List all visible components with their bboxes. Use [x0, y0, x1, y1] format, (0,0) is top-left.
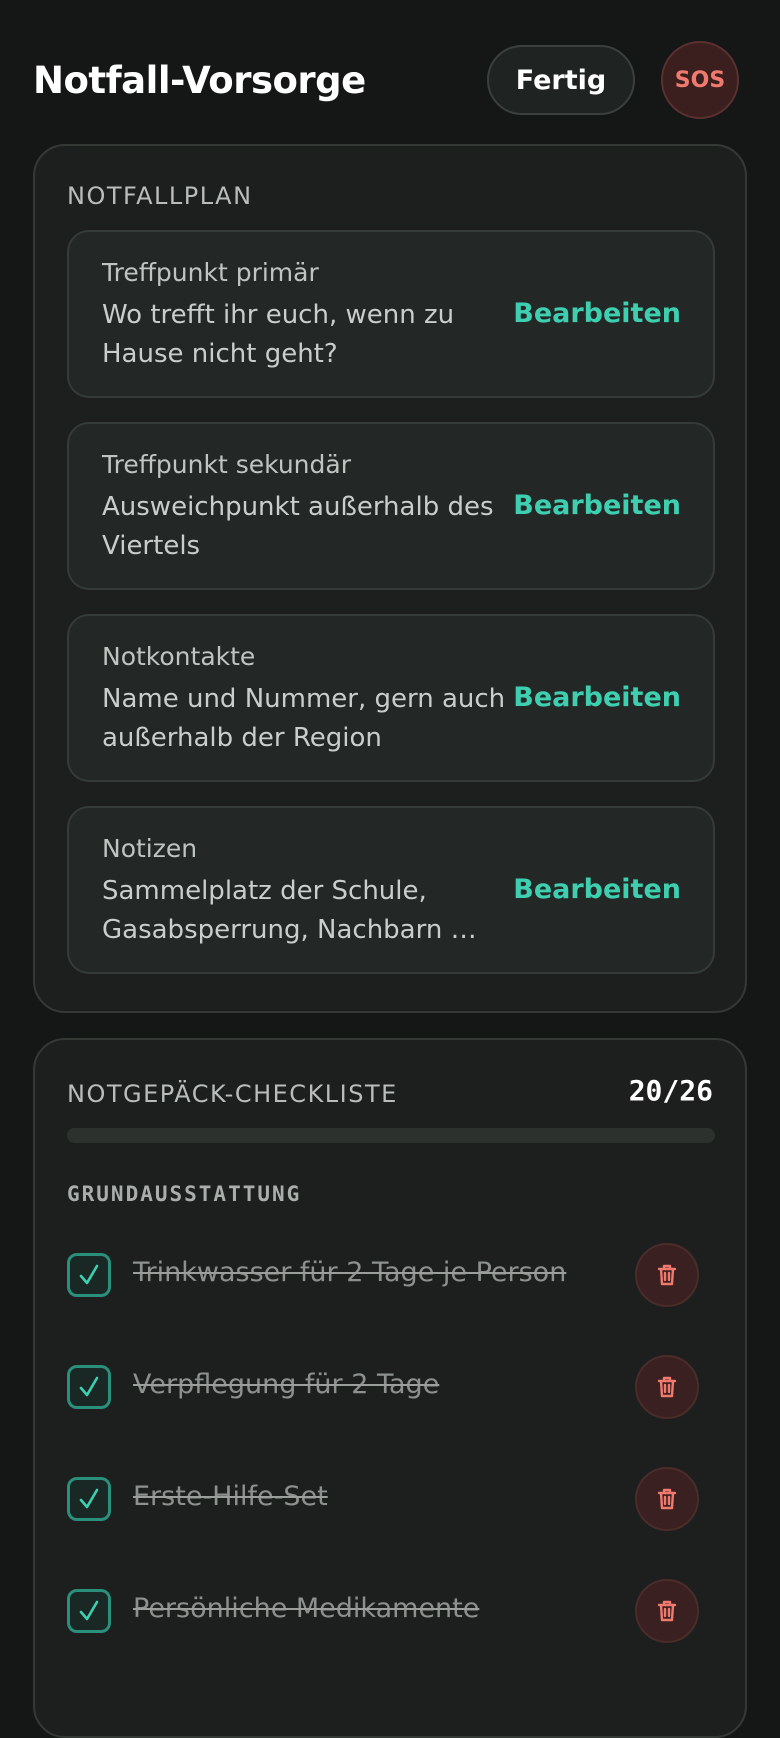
emergency-plan-panel: NOTFALLPLAN Treffpunkt primär Wo trefft … — [33, 144, 747, 1013]
plan-card-description: Sammelplatz der Schule, Gasabsperrung, N… — [102, 876, 477, 945]
go-bag-checklist-panel: NOTGEPÄCK-CHECKLISTE 20/26 GRUNDAUSSTATT… — [33, 1038, 747, 1738]
done-button[interactable]: Fertig — [487, 45, 635, 115]
plan-card-title: Treffpunkt sekundär — [102, 450, 351, 479]
check-icon — [79, 1264, 99, 1285]
checklist-item: Persönliche Medikamente — [67, 1576, 715, 1646]
edit-button[interactable]: Bearbeiten — [513, 874, 681, 905]
item-label: Persönliche Medikamente — [133, 1593, 480, 1624]
delete-item-button[interactable] — [635, 1467, 699, 1531]
delete-item-button[interactable] — [635, 1355, 699, 1419]
group-title-basic-equipment: GRUNDAUSSTATTUNG — [67, 1182, 302, 1206]
page-title: Notfall-Vorsorge — [33, 59, 366, 102]
plan-card-title: Treffpunkt primär — [102, 258, 319, 287]
trash-icon — [657, 1264, 677, 1286]
item-checkbox[interactable] — [67, 1253, 111, 1297]
plan-card-emergency-contacts[interactable]: Notkontakte Name und Nummer, gern auch a… — [67, 614, 715, 782]
item-label: Erste-Hilfe-Set — [133, 1481, 328, 1512]
checklist-item: Erste-Hilfe-Set — [67, 1464, 715, 1534]
item-checkbox[interactable] — [67, 1589, 111, 1633]
check-icon — [79, 1600, 99, 1621]
item-checkbox[interactable] — [67, 1365, 111, 1409]
edit-button[interactable]: Bearbeiten — [513, 490, 681, 521]
trash-icon — [657, 1376, 677, 1398]
progress-counter: 20/26 — [628, 1074, 713, 1107]
progress-bar — [67, 1128, 715, 1143]
check-icon — [79, 1488, 99, 1509]
check-icon — [79, 1376, 99, 1397]
plan-card-primary-meeting-point[interactable]: Treffpunkt primär Wo trefft ihr euch, we… — [67, 230, 715, 398]
item-checkbox[interactable] — [67, 1477, 111, 1521]
progress-bar-fill — [67, 1128, 566, 1143]
plan-card-title: Notkontakte — [102, 642, 256, 671]
trash-icon — [657, 1488, 677, 1510]
delete-item-button[interactable] — [635, 1579, 699, 1643]
section-title-plan: NOTFALLPLAN — [67, 182, 253, 210]
plan-card-description: Name und Nummer, gern auch außerhalb der… — [102, 684, 506, 753]
plan-card-description: Wo trefft ihr euch, wenn zu Hause nicht … — [102, 300, 455, 369]
edit-button[interactable]: Bearbeiten — [513, 298, 681, 329]
checklist-item: Verpflegung für 2 Tage — [67, 1352, 715, 1422]
checklist-item: Trinkwasser für 2 Tage je Person — [67, 1240, 715, 1310]
section-title-checklist: NOTGEPÄCK-CHECKLISTE — [67, 1080, 398, 1108]
sos-button[interactable]: SOS — [661, 41, 739, 119]
plan-card-notes[interactable]: Notizen Sammelplatz der Schule, Gasabspe… — [67, 806, 715, 974]
header: Notfall-Vorsorge Fertig SOS — [0, 0, 780, 140]
trash-icon — [657, 1600, 677, 1622]
delete-item-button[interactable] — [635, 1243, 699, 1307]
plan-card-description: Ausweichpunkt außerhalb des Viertels — [102, 492, 494, 561]
plan-card-title: Notizen — [102, 834, 198, 863]
plan-card-secondary-meeting-point[interactable]: Treffpunkt sekundär Ausweichpunkt außerh… — [67, 422, 715, 590]
item-label: Trinkwasser für 2 Tage je Person — [133, 1257, 567, 1288]
edit-button[interactable]: Bearbeiten — [513, 682, 681, 713]
item-label: Verpflegung für 2 Tage — [133, 1369, 440, 1400]
